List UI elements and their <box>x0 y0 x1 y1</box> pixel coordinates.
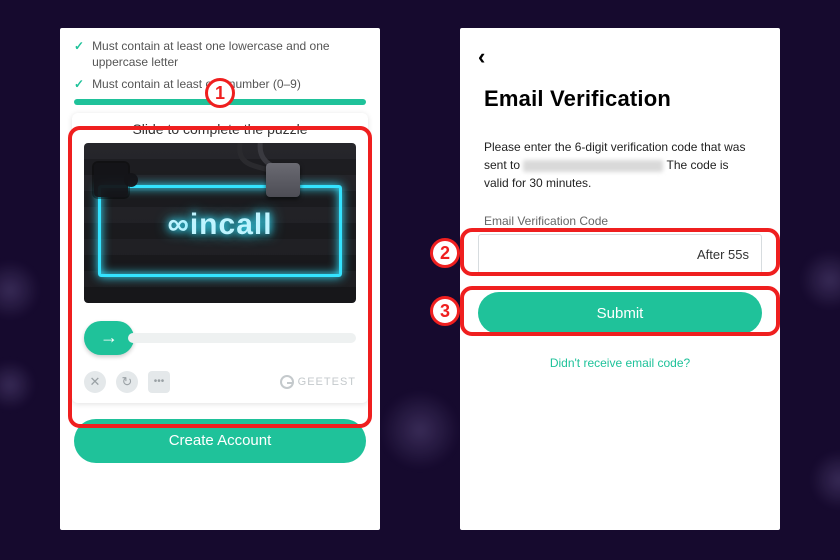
requirement-item: ✓ Must contain at least one lowercase an… <box>74 38 366 70</box>
arrow-right-icon: → <box>100 327 118 348</box>
slider-handle[interactable]: → <box>84 321 134 355</box>
check-icon: ✓ <box>74 38 84 70</box>
resend-link[interactable]: Didn't receive email code? <box>460 356 780 370</box>
annotation-badge-2: 2 <box>430 238 460 268</box>
chevron-left-icon: ‹ <box>478 44 485 69</box>
page-title: Email Verification <box>460 70 780 112</box>
geetest-icon <box>280 375 294 389</box>
create-account-button[interactable]: Create Account <box>74 419 366 463</box>
requirement-text: Must contain at least one number (0–9) <box>92 76 301 92</box>
puzzle-slot <box>94 163 128 197</box>
captcha-image: ∞incall <box>84 143 356 303</box>
requirement-text: Must contain at least one lowercase and … <box>92 38 366 70</box>
check-icon: ✓ <box>74 76 84 92</box>
verification-screen: ‹ Email Verification Please enter the 6-… <box>460 28 780 530</box>
masked-email <box>523 160 663 172</box>
refresh-icon[interactable]: ↻ <box>116 371 138 393</box>
close-icon[interactable]: ✕ <box>84 371 106 393</box>
resend-timer: After 55s <box>697 247 749 262</box>
captcha-provider: GEETEST <box>280 375 356 389</box>
annotation-badge-1: 1 <box>205 78 235 108</box>
puzzle-piece[interactable] <box>266 163 300 197</box>
verification-description: Please enter the 6-digit verification co… <box>460 112 780 192</box>
feedback-icon[interactable]: ••• <box>148 371 170 393</box>
verification-code-input[interactable]: After 55s <box>478 234 762 274</box>
code-field-label: Email Verification Code <box>460 192 780 228</box>
captcha-slider[interactable]: → <box>84 321 356 355</box>
submit-button[interactable]: Submit <box>478 292 762 334</box>
captcha-brand: incall <box>190 208 273 241</box>
annotation-badge-3: 3 <box>430 296 460 326</box>
slider-track <box>128 333 356 343</box>
captcha-card: Slide to complete the puzzle ∞incall → ✕… <box>72 113 368 403</box>
back-button[interactable]: ‹ <box>460 28 780 70</box>
captcha-title: Slide to complete the puzzle <box>72 113 368 143</box>
